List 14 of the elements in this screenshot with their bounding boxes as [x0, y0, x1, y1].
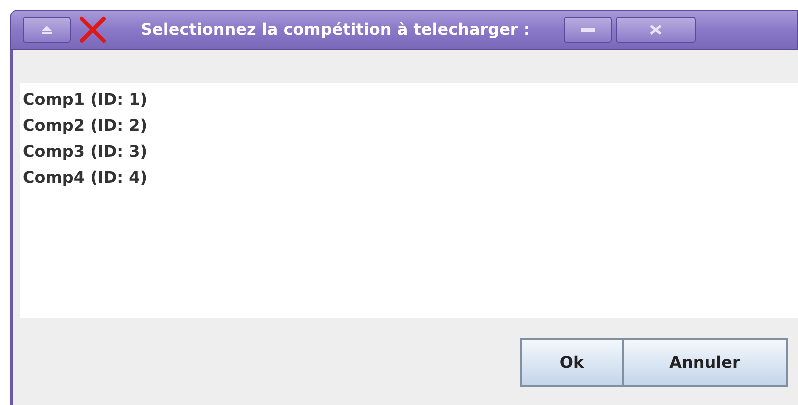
list-item[interactable]: Comp2 (ID: 2)	[20, 113, 148, 139]
close-button[interactable]	[616, 17, 696, 43]
close-icon	[650, 25, 662, 35]
ok-button[interactable]: Ok	[520, 338, 624, 387]
minimize-button[interactable]	[564, 17, 612, 43]
minimize-icon	[581, 28, 596, 32]
close-x-icon	[79, 16, 107, 44]
eject-icon	[41, 26, 53, 34]
list-item[interactable]: Comp1 (ID: 1)	[20, 87, 148, 113]
list-item[interactable]: Comp4 (ID: 4)	[20, 165, 148, 191]
window-title: Selectionnez la compétition à telecharger :	[141, 19, 530, 41]
cancel-button[interactable]: Annuler	[622, 338, 788, 387]
list-item[interactable]: Comp3 (ID: 3)	[20, 139, 148, 165]
menu-button[interactable]	[23, 17, 71, 43]
